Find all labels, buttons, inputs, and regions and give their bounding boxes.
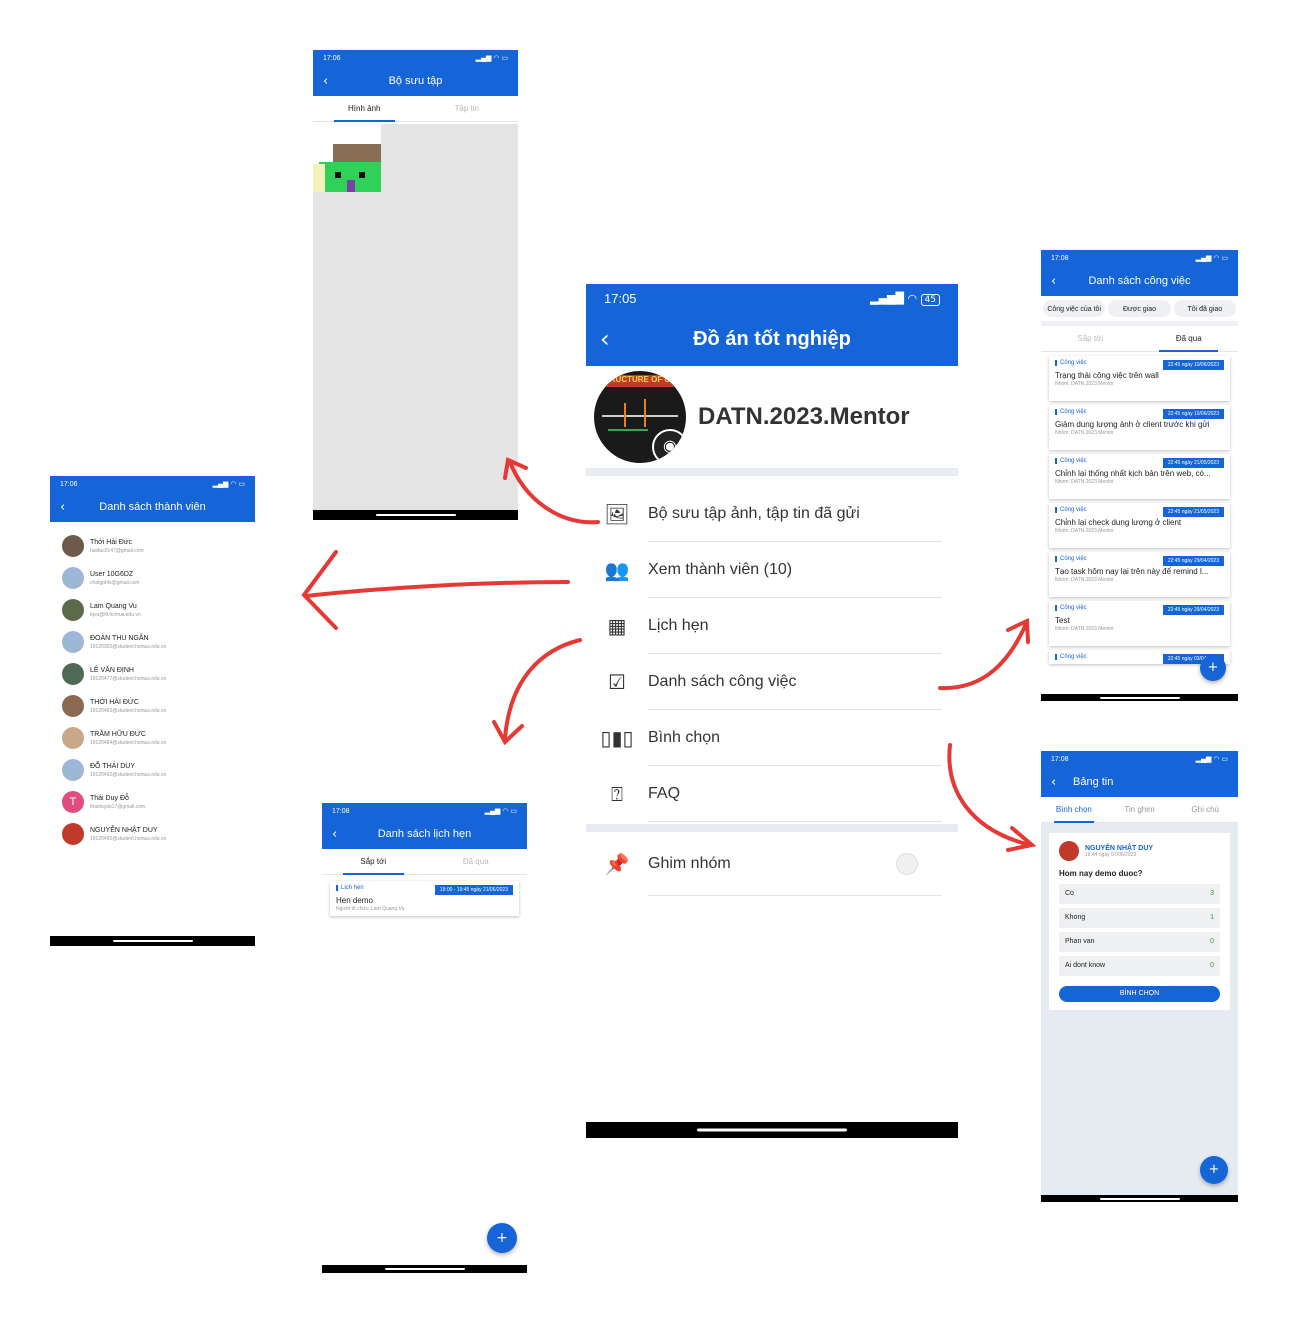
- arrow-to-board: [947, 743, 1032, 847]
- arrow-to-schedule: [503, 638, 582, 740]
- flow-arrows: [301, 457, 1037, 852]
- arrow-to-gallery: [508, 460, 600, 525]
- arrow-to-tasks: [938, 622, 1028, 691]
- arrow-to-members-head: [301, 550, 338, 630]
- arrow-to-members: [304, 580, 570, 598]
